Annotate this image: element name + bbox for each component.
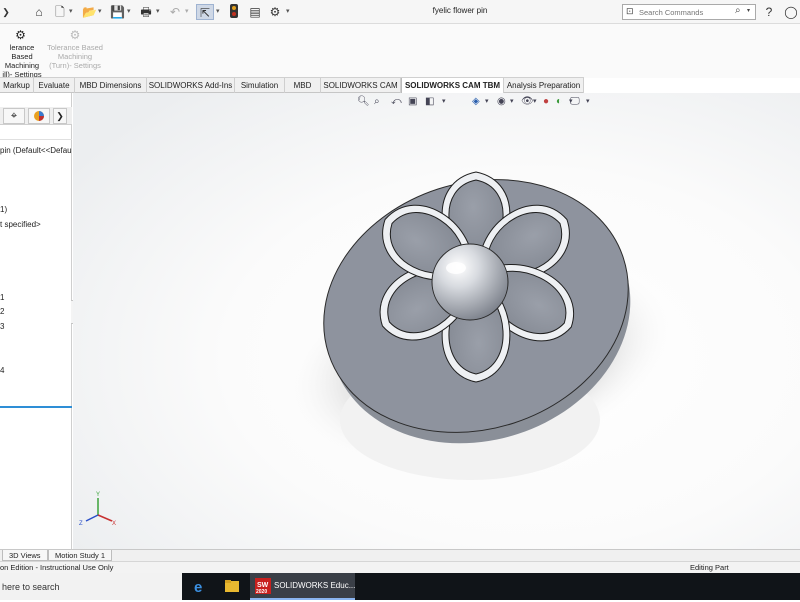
taskbar-search-text: here to search <box>2 582 60 592</box>
dimxpert-manager-icon[interactable]: ⌖ <box>3 108 25 124</box>
tree-item[interactable]: 1 <box>0 293 4 302</box>
panel-toolbar: ⌖ ❯ <box>0 107 72 125</box>
status-edition-text: on Edition - Instructional Use Only <box>0 563 114 572</box>
search-commands-input[interactable] <box>639 6 735 18</box>
dropdown-icon[interactable]: ▾ <box>442 94 446 110</box>
tree-item[interactable]: 2 <box>0 307 4 316</box>
tree-item[interactable]: 1) <box>0 205 7 214</box>
display-style-icon[interactable]: ◉ <box>497 94 506 110</box>
button-label-line: Machining <box>57 52 93 61</box>
tab-simulation[interactable]: Simulation <box>235 78 285 93</box>
apply-scene-icon[interactable]: ◐ <box>556 94 562 110</box>
svg-text:Y: Y <box>96 492 100 498</box>
command-search-icon: ⊡ <box>626 6 634 16</box>
zoom-to-area-icon[interactable]: ⌕ <box>374 94 380 110</box>
taskbar-search-box[interactable]: here to search <box>0 573 182 600</box>
tree-item-part[interactable]: pin (Default<<Defau <box>0 146 72 155</box>
svg-text:Z: Z <box>79 521 83 527</box>
filter-bar[interactable] <box>0 126 72 140</box>
tab-solidworks-cam-tbm[interactable]: SOLIDWORKS CAM TBM <box>401 78 504 93</box>
edit-appearance-icon[interactable]: ● <box>543 94 549 110</box>
gear-icon: ⚙ <box>69 28 81 42</box>
svg-text:X: X <box>112 521 116 527</box>
tab-solidworks-add-ins[interactable]: SOLIDWORKS Add-Ins <box>147 78 235 93</box>
home-icon[interactable]: ⌂ <box>32 4 46 20</box>
tab-solidworks-cam[interactable]: SOLIDWORKS CAM <box>321 78 401 93</box>
search-commands-box[interactable]: ⊡ ⌕ ▾ <box>622 4 756 20</box>
app-version-badge: 2020 <box>256 589 268 595</box>
tab-markup[interactable]: Markup <box>0 78 34 93</box>
command-manager-tabs: Markup Evaluate MBD Dimensions SOLIDWORK… <box>0 77 584 93</box>
tab-evaluate[interactable]: Evaluate <box>34 78 75 93</box>
tree-item-material[interactable]: t specified> <box>0 220 41 229</box>
dynamic-annotation-icon[interactable]: ◧ <box>425 94 434 110</box>
open-folder-icon[interactable]: 📂 <box>82 4 97 20</box>
taskbar-solidworks-app[interactable]: SW 2020 SOLIDWORKS Educ... <box>250 573 355 600</box>
dropdown-icon[interactable]: ▾ <box>485 94 489 110</box>
dropdown-icon[interactable]: ▾ <box>510 94 514 110</box>
new-file-dropdown-icon[interactable]: ▾ <box>69 4 73 20</box>
button-label-line: (Turn)- Settings <box>49 61 101 70</box>
options-gear-icon[interactable]: ⚙ <box>268 4 282 20</box>
undo-icon[interactable]: ↶ <box>168 4 182 20</box>
tab-motion-study-1[interactable]: Motion Study 1 <box>48 550 113 561</box>
select-arrow-icon[interactable]: ⇱ <box>196 4 214 20</box>
edge-browser-icon[interactable]: e <box>186 573 214 600</box>
windows-taskbar: here to search e SW 2020 SOLIDWORKS Educ… <box>0 573 800 600</box>
tab-analysis-preparation[interactable]: Analysis Preparation <box>504 78 584 93</box>
menu-arrow-icon[interactable]: ❯ <box>0 4 12 20</box>
button-label-line: lerance Based <box>9 43 35 61</box>
taskbar-app-label: SOLIDWORKS Educ... <box>274 581 356 590</box>
new-file-icon[interactable]: 🗋 <box>53 4 67 20</box>
display-manager-icon[interactable] <box>28 108 50 124</box>
help-icon[interactable]: ? <box>762 4 776 20</box>
tab-mbd-dimensions[interactable]: MBD Dimensions <box>75 78 147 93</box>
print-icon[interactable]: 🖶 <box>139 4 153 20</box>
svg-text:SW: SW <box>257 582 269 589</box>
tab-3d-views[interactable]: 3D Views <box>2 550 48 561</box>
graphics-viewport[interactable]: Y X Z <box>73 93 800 549</box>
file-explorer-icon[interactable] <box>218 573 246 600</box>
rebuild-icon[interactable] <box>228 4 240 20</box>
panel-expand-icon[interactable]: ❯ <box>53 108 67 124</box>
dropdown-icon[interactable]: ▾ <box>533 94 537 110</box>
status-bar: on Edition - Instructional Use Only Edit… <box>0 561 800 573</box>
button-label-line: Tolerance Based <box>47 43 103 52</box>
dropdown-icon[interactable]: ▾ <box>586 94 590 110</box>
tab-mbd[interactable]: MBD <box>285 78 321 93</box>
document-title: fyelic flower pin <box>432 6 488 15</box>
save-icon[interactable]: 💾 <box>110 4 125 20</box>
print-dropdown-icon[interactable]: ▾ <box>156 4 160 20</box>
save-dropdown-icon[interactable]: ▾ <box>127 4 131 20</box>
hide-show-items-icon[interactable]: 👁 <box>521 94 534 110</box>
bottom-tab-bar: 3D Views Motion Study 1 <box>0 549 800 561</box>
options-dropdown-icon[interactable]: ▾ <box>286 4 290 20</box>
undo-dropdown-icon[interactable]: ▾ <box>185 4 189 20</box>
tree-item[interactable]: 3 <box>0 322 4 331</box>
rollback-bar[interactable] <box>0 406 72 408</box>
tree-item[interactable]: 4 <box>0 366 4 375</box>
zoom-to-fit-icon[interactable]: 🔍︎ <box>357 94 370 110</box>
user-account-icon[interactable]: ◯ <box>784 4 798 20</box>
model-view[interactable]: Y X Z <box>73 93 800 549</box>
button-label-line: Machining <box>4 61 40 70</box>
select-dropdown-icon[interactable]: ▾ <box>216 4 220 20</box>
file-properties-icon[interactable]: ▤ <box>248 4 262 20</box>
view-settings-icon[interactable]: 🖵 <box>570 94 580 110</box>
open-dropdown-icon[interactable]: ▾ <box>98 4 102 20</box>
previous-view-icon[interactable]: ⤺ <box>391 94 402 110</box>
search-icon[interactable]: ⌕ <box>735 5 741 16</box>
title-bar: ❯ ⌂ 🗋 ▾ 📂 ▾ 💾 ▾ 🖶 ▾ ↶ ▾ ⇱ ▾ ▤ ⚙ ▾ fyelic… <box>0 0 800 24</box>
status-editing-mode: Editing Part <box>690 563 729 572</box>
tbm-mill-settings-button[interactable]: ⚙ lerance Based Machining ill)- Settings <box>0 28 44 79</box>
gear-icon: ⚙ <box>15 28 26 42</box>
view-orientation-icon[interactable]: ◈ <box>472 94 480 110</box>
tbm-turn-settings-button[interactable]: ⚙ Tolerance Based Machining (Turn)- Sett… <box>44 28 106 70</box>
svg-text:e: e <box>194 579 202 596</box>
search-dropdown-icon[interactable]: ▾ <box>747 7 750 14</box>
feature-manager-panel: ⌖ ❯ pin (Default<<Defau 1) t specified> … <box>0 93 72 549</box>
command-manager: ⚙ lerance Based Machining ill)- Settings… <box>0 24 800 79</box>
section-view-icon[interactable]: ▣ <box>408 94 417 110</box>
